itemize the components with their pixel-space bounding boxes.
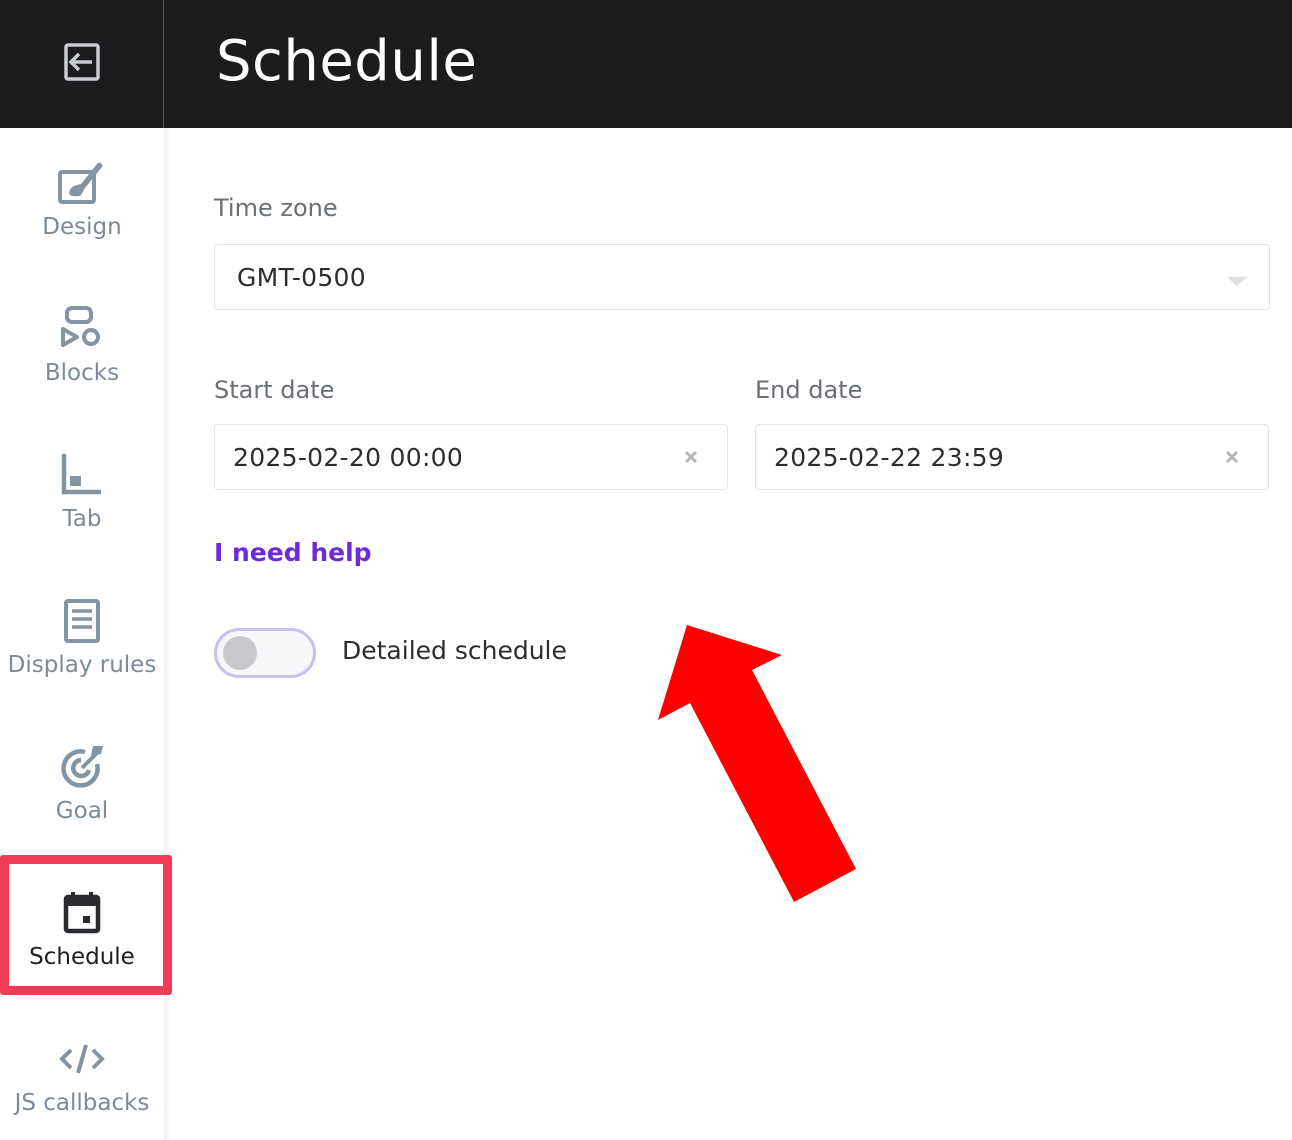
exit-icon [62,42,102,86]
sidebar-item-blocks[interactable]: Blocks [0,280,164,410]
toggle-label: Detailed schedule [342,636,567,665]
sidebar-item-design[interactable]: Design [0,134,164,264]
exit-button[interactable] [0,0,164,128]
design-icon [57,158,107,208]
end-date-label: End date [755,376,863,404]
sidebar-item-tab[interactable]: Tab [0,426,164,556]
display-rules-icon [57,596,107,646]
timezone-select[interactable]: GMT-0500 [214,244,1270,310]
blocks-icon [57,304,107,354]
page-title: Schedule [216,29,478,94]
chevron-down-icon [1227,277,1247,286]
sidebar-item-js-callbacks[interactable]: JS callbacks [0,1010,164,1140]
detailed-schedule-toggle[interactable] [214,628,316,678]
start-date-input[interactable]: 2025-02-20 00:00 [214,424,728,490]
sidebar-item-label: Display rules [7,652,157,678]
timezone-label: Time zone [214,194,338,222]
start-date-label: Start date [214,376,335,404]
top-bar: Schedule [0,0,1292,128]
timezone-value: GMT-0500 [237,262,366,292]
tab-icon [57,450,107,500]
goal-icon [57,742,107,792]
help-link[interactable]: I need help [214,538,372,567]
start-date-value: 2025-02-20 00:00 [233,442,464,472]
code-icon [57,1034,107,1084]
sidebar-item-label: Blocks [44,360,120,386]
toggle-knob [223,636,257,670]
calendar-icon [57,888,107,938]
sidebar-item-label: JS callbacks [14,1090,150,1116]
sidebar-divider [164,128,172,1140]
sidebar-item-goal[interactable]: Goal [0,718,164,848]
clear-end-date-icon[interactable] [1220,445,1244,469]
sidebar-item-label: Schedule [29,944,135,970]
annotation-arrow-icon [658,625,856,902]
sidebar-item-schedule[interactable]: Schedule [0,864,164,994]
sidebar-item-display-rules[interactable]: Display rules [0,572,164,702]
end-date-input[interactable]: 2025-02-22 23:59 [755,424,1269,490]
clear-start-date-icon[interactable] [679,445,703,469]
sidebar-item-label: Goal [55,798,109,824]
sidebar-item-label: Tab [62,506,102,532]
sidebar-item-label: Design [42,214,122,240]
end-date-value: 2025-02-22 23:59 [774,442,1005,472]
